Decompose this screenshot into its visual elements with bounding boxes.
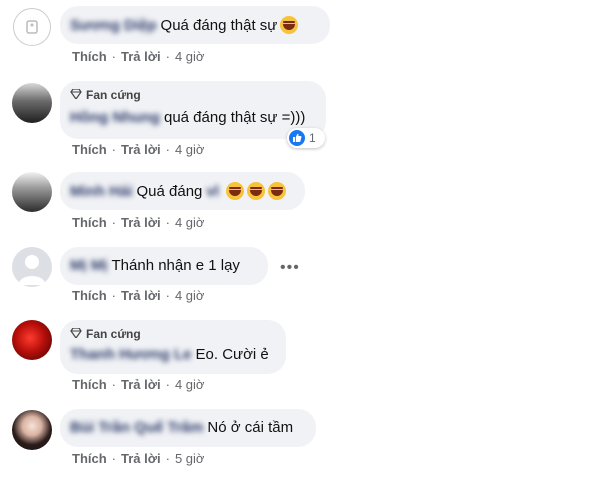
laugh-emoji (267, 182, 286, 200)
like-link[interactable]: Thích (72, 288, 107, 303)
timestamp[interactable]: 5 giờ (175, 451, 205, 466)
avatar[interactable] (12, 172, 52, 212)
comment-author[interactable]: Minh Hải (70, 183, 133, 200)
avatar[interactable] (12, 247, 52, 287)
timestamp[interactable]: 4 giờ (175, 288, 205, 303)
separator: · (165, 49, 170, 64)
comment-text: Eo. Cười ẻ (195, 346, 269, 363)
separator: · (111, 49, 117, 64)
timestamp[interactable]: 4 giờ (175, 49, 205, 64)
comment-text: Thánh nhận e 1 lạy (111, 257, 240, 274)
separator: · (111, 288, 117, 303)
comment-bubble: Minh Hải Quá đáng vl (60, 172, 305, 210)
fan-badge: Fan cứng (70, 88, 141, 102)
separator: · (165, 142, 170, 157)
diamond-icon (70, 88, 82, 102)
comment-actions: Thích · Trả lời · 4 giờ (72, 142, 204, 157)
comment-text: Quá đáng thật sự (160, 16, 278, 34)
like-link[interactable]: Thích (72, 377, 107, 392)
avatar[interactable] (12, 320, 52, 360)
reply-link[interactable]: Trả lời (121, 451, 161, 466)
separator: · (165, 288, 170, 303)
comment-author[interactable]: Thanh Hương Le (70, 346, 192, 363)
reaction-number: 1 (309, 131, 316, 145)
badge-label: Fan cứng (86, 327, 141, 341)
reply-link[interactable]: Trả lời (121, 49, 161, 64)
comment-text: Quá đáng (136, 182, 203, 200)
reply-link[interactable]: Trả lời (121, 142, 161, 157)
comment-actions: Thích · Trả lời · 4 giờ (72, 377, 204, 392)
comment-actions: Thích · Trả lời · 4 giờ (72, 288, 204, 303)
comment-bubble: Fan cứng Thanh Hương Le Eo. Cười ẻ (60, 320, 286, 374)
comment-author[interactable]: Bùi Trần Quế Trâm (70, 419, 203, 436)
separator: · (165, 377, 170, 392)
reply-link[interactable]: Trả lời (121, 215, 161, 230)
comment-bubble: Sương Diệp Quá đáng thật sự (60, 6, 330, 44)
comment-actions: Thích · Trả lời · 4 giờ (72, 49, 204, 64)
like-link[interactable]: Thích (72, 215, 107, 230)
comment-author[interactable]: Mị Mị (70, 257, 108, 274)
separator: · (111, 451, 117, 466)
diamond-icon (70, 327, 82, 341)
like-link[interactable]: Thích (72, 49, 107, 64)
comment-bubble: Mị Mị Thánh nhận e 1 lạy (60, 247, 268, 285)
avatar[interactable] (12, 83, 52, 123)
rofl-emoji (280, 16, 299, 34)
comment-bubble: Bùi Trần Quế Trâm Nó ở cái tầm (60, 409, 316, 447)
like-link[interactable]: Thích (72, 451, 107, 466)
badge-label: Fan cứng (86, 88, 141, 102)
laugh-emoji (225, 182, 244, 200)
like-icon (289, 130, 305, 146)
separator: · (111, 142, 117, 157)
comment-actions: Thích · Trả lời · 5 giờ (72, 451, 204, 466)
comment-author[interactable]: Sương Diệp (70, 17, 157, 34)
laugh-emoji (246, 182, 265, 200)
fan-badge: Fan cứng (70, 327, 141, 341)
avatar[interactable] (12, 410, 52, 450)
separator: · (111, 377, 117, 392)
timestamp[interactable]: 4 giờ (175, 142, 205, 157)
timestamp[interactable]: 4 giờ (175, 377, 205, 392)
comment-actions: Thích · Trả lời · 4 giờ (72, 215, 204, 230)
separator: · (165, 215, 170, 230)
reply-link[interactable]: Trả lời (121, 377, 161, 392)
comment-text: quá đáng thật sự =))) (163, 109, 306, 126)
comment-bubble: Fan cứng Hồng Nhung quá đáng thật sự =))… (60, 81, 326, 139)
reply-link[interactable]: Trả lời (121, 288, 161, 303)
comment-author[interactable]: Hồng Nhung (70, 109, 160, 126)
more-options-icon[interactable]: ••• (280, 259, 300, 277)
comment-text-blurred: vl (206, 182, 219, 200)
reaction-count[interactable]: 1 (287, 128, 325, 148)
like-link[interactable]: Thích (72, 142, 107, 157)
separator: · (111, 215, 117, 230)
timestamp[interactable]: 4 giờ (175, 215, 205, 230)
comment-text: Nó ở cái tầm (207, 419, 294, 436)
avatar[interactable] (13, 8, 51, 46)
separator: · (165, 451, 170, 466)
